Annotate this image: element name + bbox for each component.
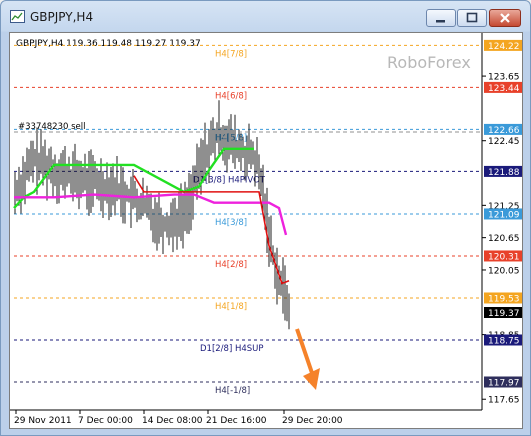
close-icon xyxy=(500,13,510,23)
order-label: #33748230 sell xyxy=(18,122,85,132)
level-price-tags: 124.22 123.44 122.66 121.88 121.09 120.31 119.… xyxy=(484,39,522,388)
close-button[interactable] xyxy=(489,9,521,27)
price-bars xyxy=(14,100,290,330)
level-price-tag: 119.53 xyxy=(488,294,520,304)
level-price-tag: 122.66 xyxy=(488,126,520,136)
level-label: H4[6/8] xyxy=(215,91,247,101)
price-scale: 123.65122.45121.25120.65120.05118.85117.… xyxy=(482,73,520,406)
maximize-icon xyxy=(466,12,478,23)
price-tick-label: 123.65 xyxy=(488,73,520,83)
time-tick-label: 14 Dec 08:00 xyxy=(142,416,203,426)
level-label: H4[3/8] xyxy=(215,218,247,228)
level-lines: H4[7/8]H4[6/8]H4[5/8]D1[3/8] H4PIVOTH4[3… xyxy=(14,44,482,396)
minimize-icon xyxy=(436,20,445,23)
current-price-tag: 119.37 xyxy=(488,309,520,319)
price-chart[interactable]: GBPJPY,H4 119.36 119.48 119.27 119.37 Ro… xyxy=(10,33,522,428)
window-title: GBPJPY,H4 xyxy=(30,10,94,24)
level-price-tag: 121.09 xyxy=(488,210,520,220)
level-price-tag: 117.97 xyxy=(488,378,520,388)
title-bar[interactable]: GBPJPY,H4 xyxy=(1,1,530,31)
time-tick-label: 21 Dec 16:00 xyxy=(206,416,267,426)
level-label: H4[7/8] xyxy=(215,49,247,59)
price-tick-label: 120.65 xyxy=(488,234,520,244)
level-price-tag: 120.31 xyxy=(488,252,520,262)
watermark: RoboForex xyxy=(387,53,471,72)
level-price-tag: 123.44 xyxy=(488,84,520,94)
level-label: H4[2/8] xyxy=(215,260,247,270)
price-tick-label: 117.65 xyxy=(488,396,520,406)
time-tick-label: 7 Dec 00:00 xyxy=(78,416,133,426)
time-tick-label: 29 Dec 20:00 xyxy=(282,416,343,426)
chart-app-icon xyxy=(10,10,25,23)
chart-area[interactable]: GBPJPY,H4 119.36 119.48 119.27 119.37 Ro… xyxy=(9,32,523,429)
chart-header: GBPJPY,H4 119.36 119.48 119.27 119.37 xyxy=(16,39,201,49)
level-price-tag: 118.75 xyxy=(488,336,520,346)
magenta-line xyxy=(14,193,288,236)
level-label: D1[2/8] H4SUP xyxy=(200,344,264,354)
price-tick-label: 122.45 xyxy=(488,137,520,147)
minimize-button[interactable] xyxy=(426,9,456,27)
maximize-button[interactable] xyxy=(457,9,487,27)
time-scale: 29 Nov 2011 7 Dec 00:00 14 Dec 08:00 21 Dec… xyxy=(14,410,343,426)
time-tick-label: 29 Nov 2011 xyxy=(14,416,72,426)
price-tick-label: 120.05 xyxy=(488,266,520,276)
chart-window: GBPJPY,H4 GBPJPY,H4 119.36 119.48 119.27… xyxy=(0,0,531,436)
forecast-arrow-icon xyxy=(295,328,320,390)
level-label: H4[-1/8] xyxy=(215,386,250,396)
level-price-tag: 121.88 xyxy=(488,168,520,178)
level-label: H4[1/8] xyxy=(215,302,247,312)
level-price-tag: 124.22 xyxy=(488,42,520,52)
